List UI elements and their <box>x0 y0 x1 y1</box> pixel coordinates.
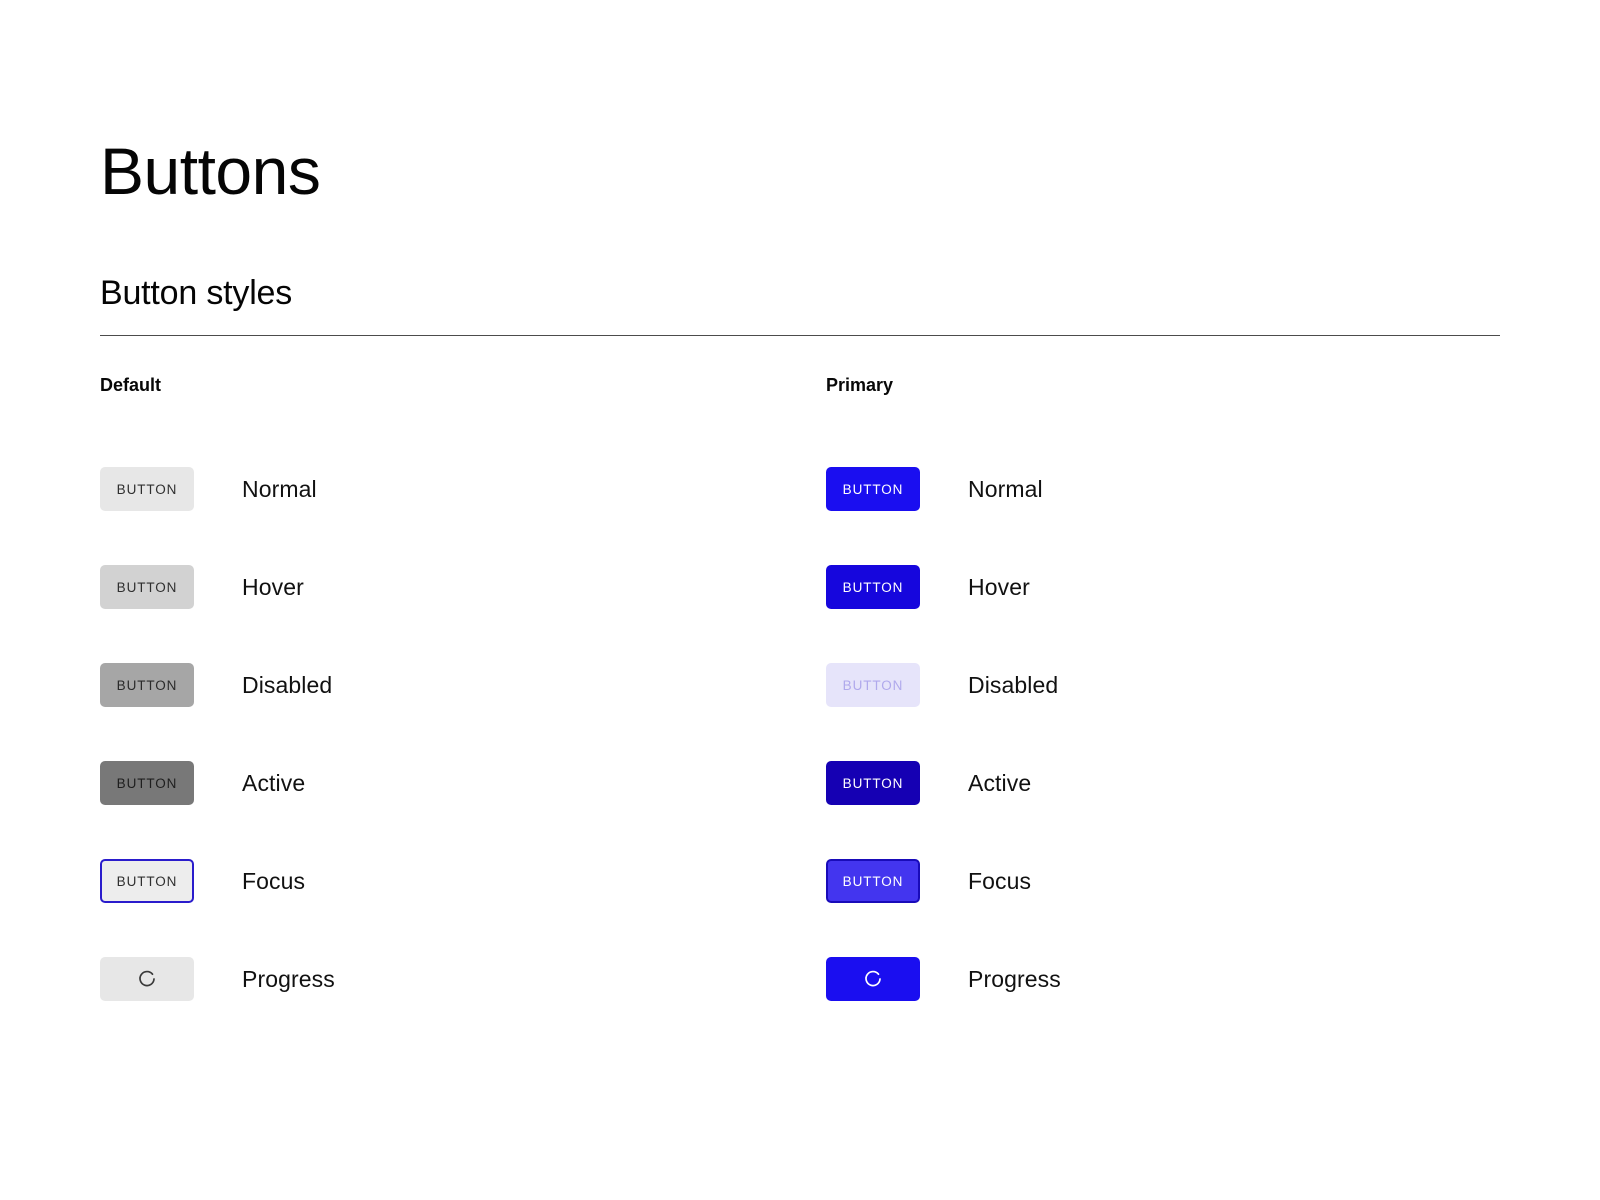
state-label-default-hover: Hover <box>242 573 304 600</box>
button-slot: BUTTON <box>100 761 242 806</box>
button-default-active[interactable]: BUTTON <box>100 761 194 806</box>
button-row-default-active: BUTTON Active <box>100 734 826 832</box>
button-default-disabled: BUTTON <box>100 663 194 708</box>
state-label-default-normal: Normal <box>242 475 317 502</box>
button-styles-columns: Default BUTTON Normal BUTTON Hover BUTTO… <box>100 376 1500 1028</box>
button-slot: BUTTON <box>826 663 968 708</box>
column-heading-primary: Primary <box>826 375 894 396</box>
button-slot: BUTTON <box>100 859 242 904</box>
button-default-progress[interactable] <box>100 957 194 1002</box>
buttons-style-guide-page: Buttons Button styles Default BUTTON Nor… <box>0 0 1600 1200</box>
section-title-button-styles: Button styles <box>100 274 293 313</box>
button-row-primary-progress: Progress <box>826 930 1552 1028</box>
column-primary: Primary BUTTON Normal BUTTON Hover BUTTO… <box>826 376 1552 1028</box>
state-label-default-active: Active <box>242 769 306 796</box>
section-divider <box>100 335 1500 337</box>
button-slot: BUTTON <box>100 565 242 610</box>
button-slot: BUTTON <box>826 859 968 904</box>
button-row-primary-hover: BUTTON Hover <box>826 538 1552 636</box>
button-row-default-progress: Progress <box>100 930 826 1028</box>
button-slot: BUTTON <box>100 663 242 708</box>
column-default: Default BUTTON Normal BUTTON Hover BUTTO… <box>100 376 826 1028</box>
button-primary-normal[interactable]: BUTTON <box>826 467 920 512</box>
button-row-default-disabled: BUTTON Disabled <box>100 636 826 734</box>
button-row-primary-normal: BUTTON Normal <box>826 440 1552 538</box>
button-row-default-hover: BUTTON Hover <box>100 538 826 636</box>
button-row-primary-disabled: BUTTON Disabled <box>826 636 1552 734</box>
button-row-primary-active: BUTTON Active <box>826 734 1552 832</box>
button-slot: BUTTON <box>826 467 968 512</box>
page-title: Buttons <box>100 134 321 208</box>
button-row-primary-focus: BUTTON Focus <box>826 832 1552 930</box>
button-primary-focus[interactable]: BUTTON <box>826 859 920 904</box>
button-primary-active[interactable]: BUTTON <box>826 761 920 806</box>
button-slot: BUTTON <box>100 467 242 512</box>
button-slot: BUTTON <box>826 565 968 610</box>
button-primary-progress[interactable] <box>826 957 920 1002</box>
button-row-default-normal: BUTTON Normal <box>100 440 826 538</box>
button-slot: BUTTON <box>826 761 968 806</box>
spinner-icon <box>865 970 881 987</box>
state-label-primary-focus: Focus <box>968 867 1032 894</box>
button-slot <box>826 957 968 1002</box>
state-label-primary-progress: Progress <box>968 965 1061 992</box>
button-slot <box>100 957 242 1002</box>
state-label-default-focus: Focus <box>242 867 306 894</box>
button-default-normal[interactable]: BUTTON <box>100 467 194 512</box>
button-primary-hover[interactable]: BUTTON <box>826 565 920 610</box>
state-label-primary-normal: Normal <box>968 475 1043 502</box>
button-primary-disabled: BUTTON <box>826 663 920 708</box>
button-default-hover[interactable]: BUTTON <box>100 565 194 610</box>
state-label-primary-active: Active <box>968 769 1032 796</box>
button-row-default-focus: BUTTON Focus <box>100 832 826 930</box>
state-label-default-disabled: Disabled <box>242 671 333 698</box>
button-default-focus[interactable]: BUTTON <box>100 859 194 904</box>
state-label-default-progress: Progress <box>242 965 335 992</box>
state-label-primary-hover: Hover <box>968 573 1030 600</box>
spinner-icon <box>139 970 155 987</box>
state-label-primary-disabled: Disabled <box>968 671 1059 698</box>
column-heading-default: Default <box>100 375 162 396</box>
